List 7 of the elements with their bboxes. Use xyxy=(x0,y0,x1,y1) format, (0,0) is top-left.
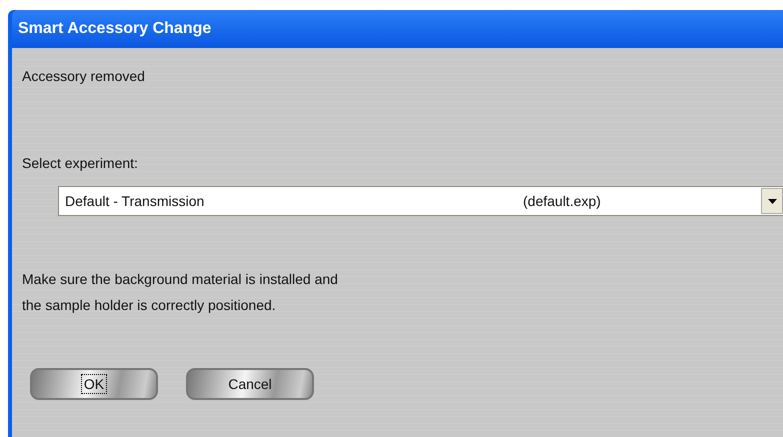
cancel-button[interactable]: Cancel xyxy=(186,368,314,400)
status-text: Accessory removed xyxy=(22,67,146,86)
window-title: Smart Accessory Change xyxy=(12,10,783,48)
experiment-select[interactable]: Default - Transmission (default.exp) xyxy=(58,186,783,216)
ok-button[interactable]: OK xyxy=(30,368,158,400)
select-label: Select experiment: xyxy=(22,154,139,173)
instruction-text: Make sure the background material is installed and the sample holder is correctly positioned. xyxy=(22,270,339,315)
